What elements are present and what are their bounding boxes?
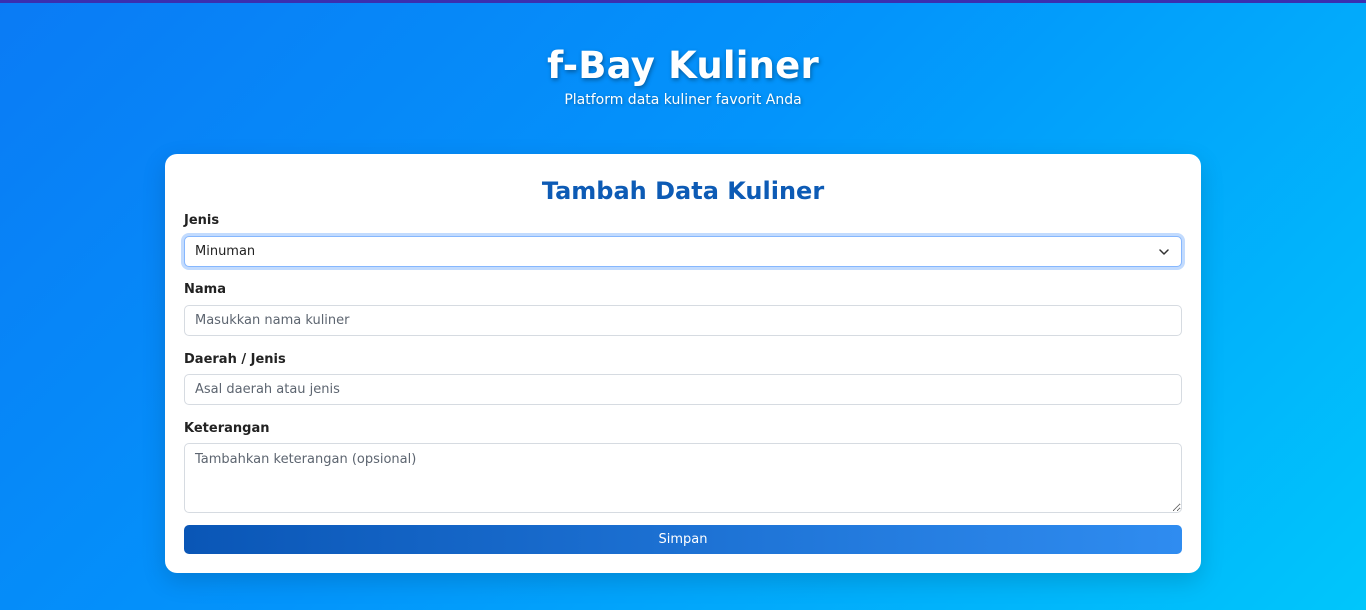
- form-card: Tambah Data Kuliner Jenis Minuman Nama D…: [165, 154, 1201, 573]
- daerah-label: Daerah / Jenis: [184, 352, 286, 367]
- jenis-label: Jenis: [184, 213, 220, 228]
- simpan-button[interactable]: Simpan: [184, 525, 1182, 554]
- nama-label: Nama: [184, 282, 226, 297]
- app-subtitle: Platform data kuliner favorit Anda: [564, 92, 802, 108]
- top-accent-bar: [0, 0, 1366, 3]
- chevron-down-icon: [1159, 249, 1169, 255]
- nama-input[interactable]: [184, 305, 1182, 336]
- form-title: Tambah Data Kuliner: [541, 177, 825, 205]
- page-header: f-Bay Kuliner Platform data kuliner favo…: [0, 40, 1366, 108]
- keterangan-textarea[interactable]: [184, 443, 1182, 513]
- jenis-selected-value: Minuman: [195, 244, 256, 259]
- keterangan-label: Keterangan: [184, 421, 270, 436]
- daerah-input[interactable]: [184, 374, 1182, 405]
- jenis-select[interactable]: Minuman: [184, 236, 1182, 267]
- app-title: f-Bay Kuliner: [547, 44, 819, 87]
